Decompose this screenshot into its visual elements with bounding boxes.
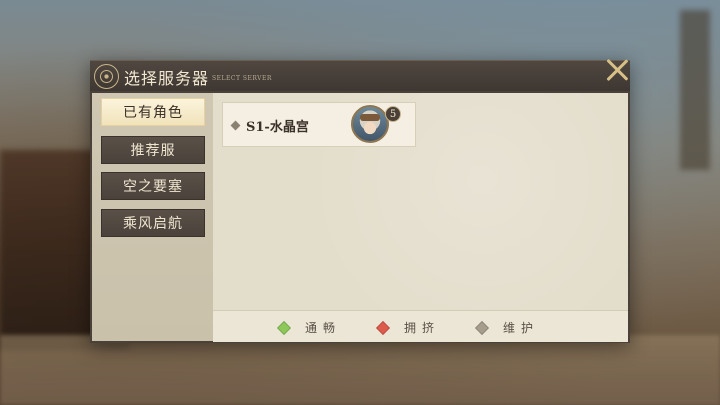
server-list-panel: S1-水晶宫 5 (213, 93, 628, 310)
legend-smooth: 通畅 (276, 319, 342, 336)
diamond-icon (230, 120, 241, 131)
legend-maintenance: 维护 (474, 319, 540, 336)
dialog-header: 选择服务器 SELECT SERVER (90, 60, 630, 92)
tab-sky-fortress[interactable]: 空之要塞 (101, 172, 205, 200)
server-card[interactable]: S1-水晶宫 5 (222, 102, 416, 147)
dialog-title: 选择服务器 (124, 69, 210, 88)
legend-crowded: 拥挤 (375, 319, 441, 336)
close-icon[interactable] (604, 57, 630, 83)
legend-smooth-diamond-icon (276, 320, 292, 335)
tab-ride-the-wind[interactable]: 乘风启航 (101, 209, 205, 237)
level-badge: 5 (385, 106, 401, 122)
legend-smooth-label: 通畅 (305, 321, 342, 335)
game-scene-background: 选择服务器 SELECT SERVER 已有角色 推荐服 空之要塞 乘风启航 S… (0, 0, 720, 405)
legend-maintenance-diamond-icon (474, 320, 490, 335)
tab-recommended[interactable]: 推荐服 (101, 136, 205, 164)
server-category-sidebar: 已有角色 推荐服 空之要塞 乘风启航 (92, 93, 213, 341)
legend-crowded-diamond-icon (375, 320, 391, 335)
server-select-dialog: 选择服务器 SELECT SERVER 已有角色 推荐服 空之要塞 乘风启航 S… (90, 60, 630, 343)
status-legend: 通畅 拥挤 维护 (213, 310, 628, 342)
emblem-icon (94, 64, 119, 89)
legend-maintenance-label: 维护 (503, 321, 540, 335)
server-name: S1-水晶宫 (246, 120, 309, 135)
dialog-subtitle: SELECT SERVER (212, 75, 272, 82)
legend-crowded-label: 拥挤 (404, 321, 441, 335)
dialog-body: 已有角色 推荐服 空之要塞 乘风启航 S1-水晶宫 5 通畅 拥挤 维护 (90, 91, 630, 343)
tab-existing-characters[interactable]: 已有角色 (101, 98, 205, 126)
background-ground (0, 335, 720, 405)
background-tree (680, 10, 710, 170)
character-avatar (351, 105, 389, 143)
